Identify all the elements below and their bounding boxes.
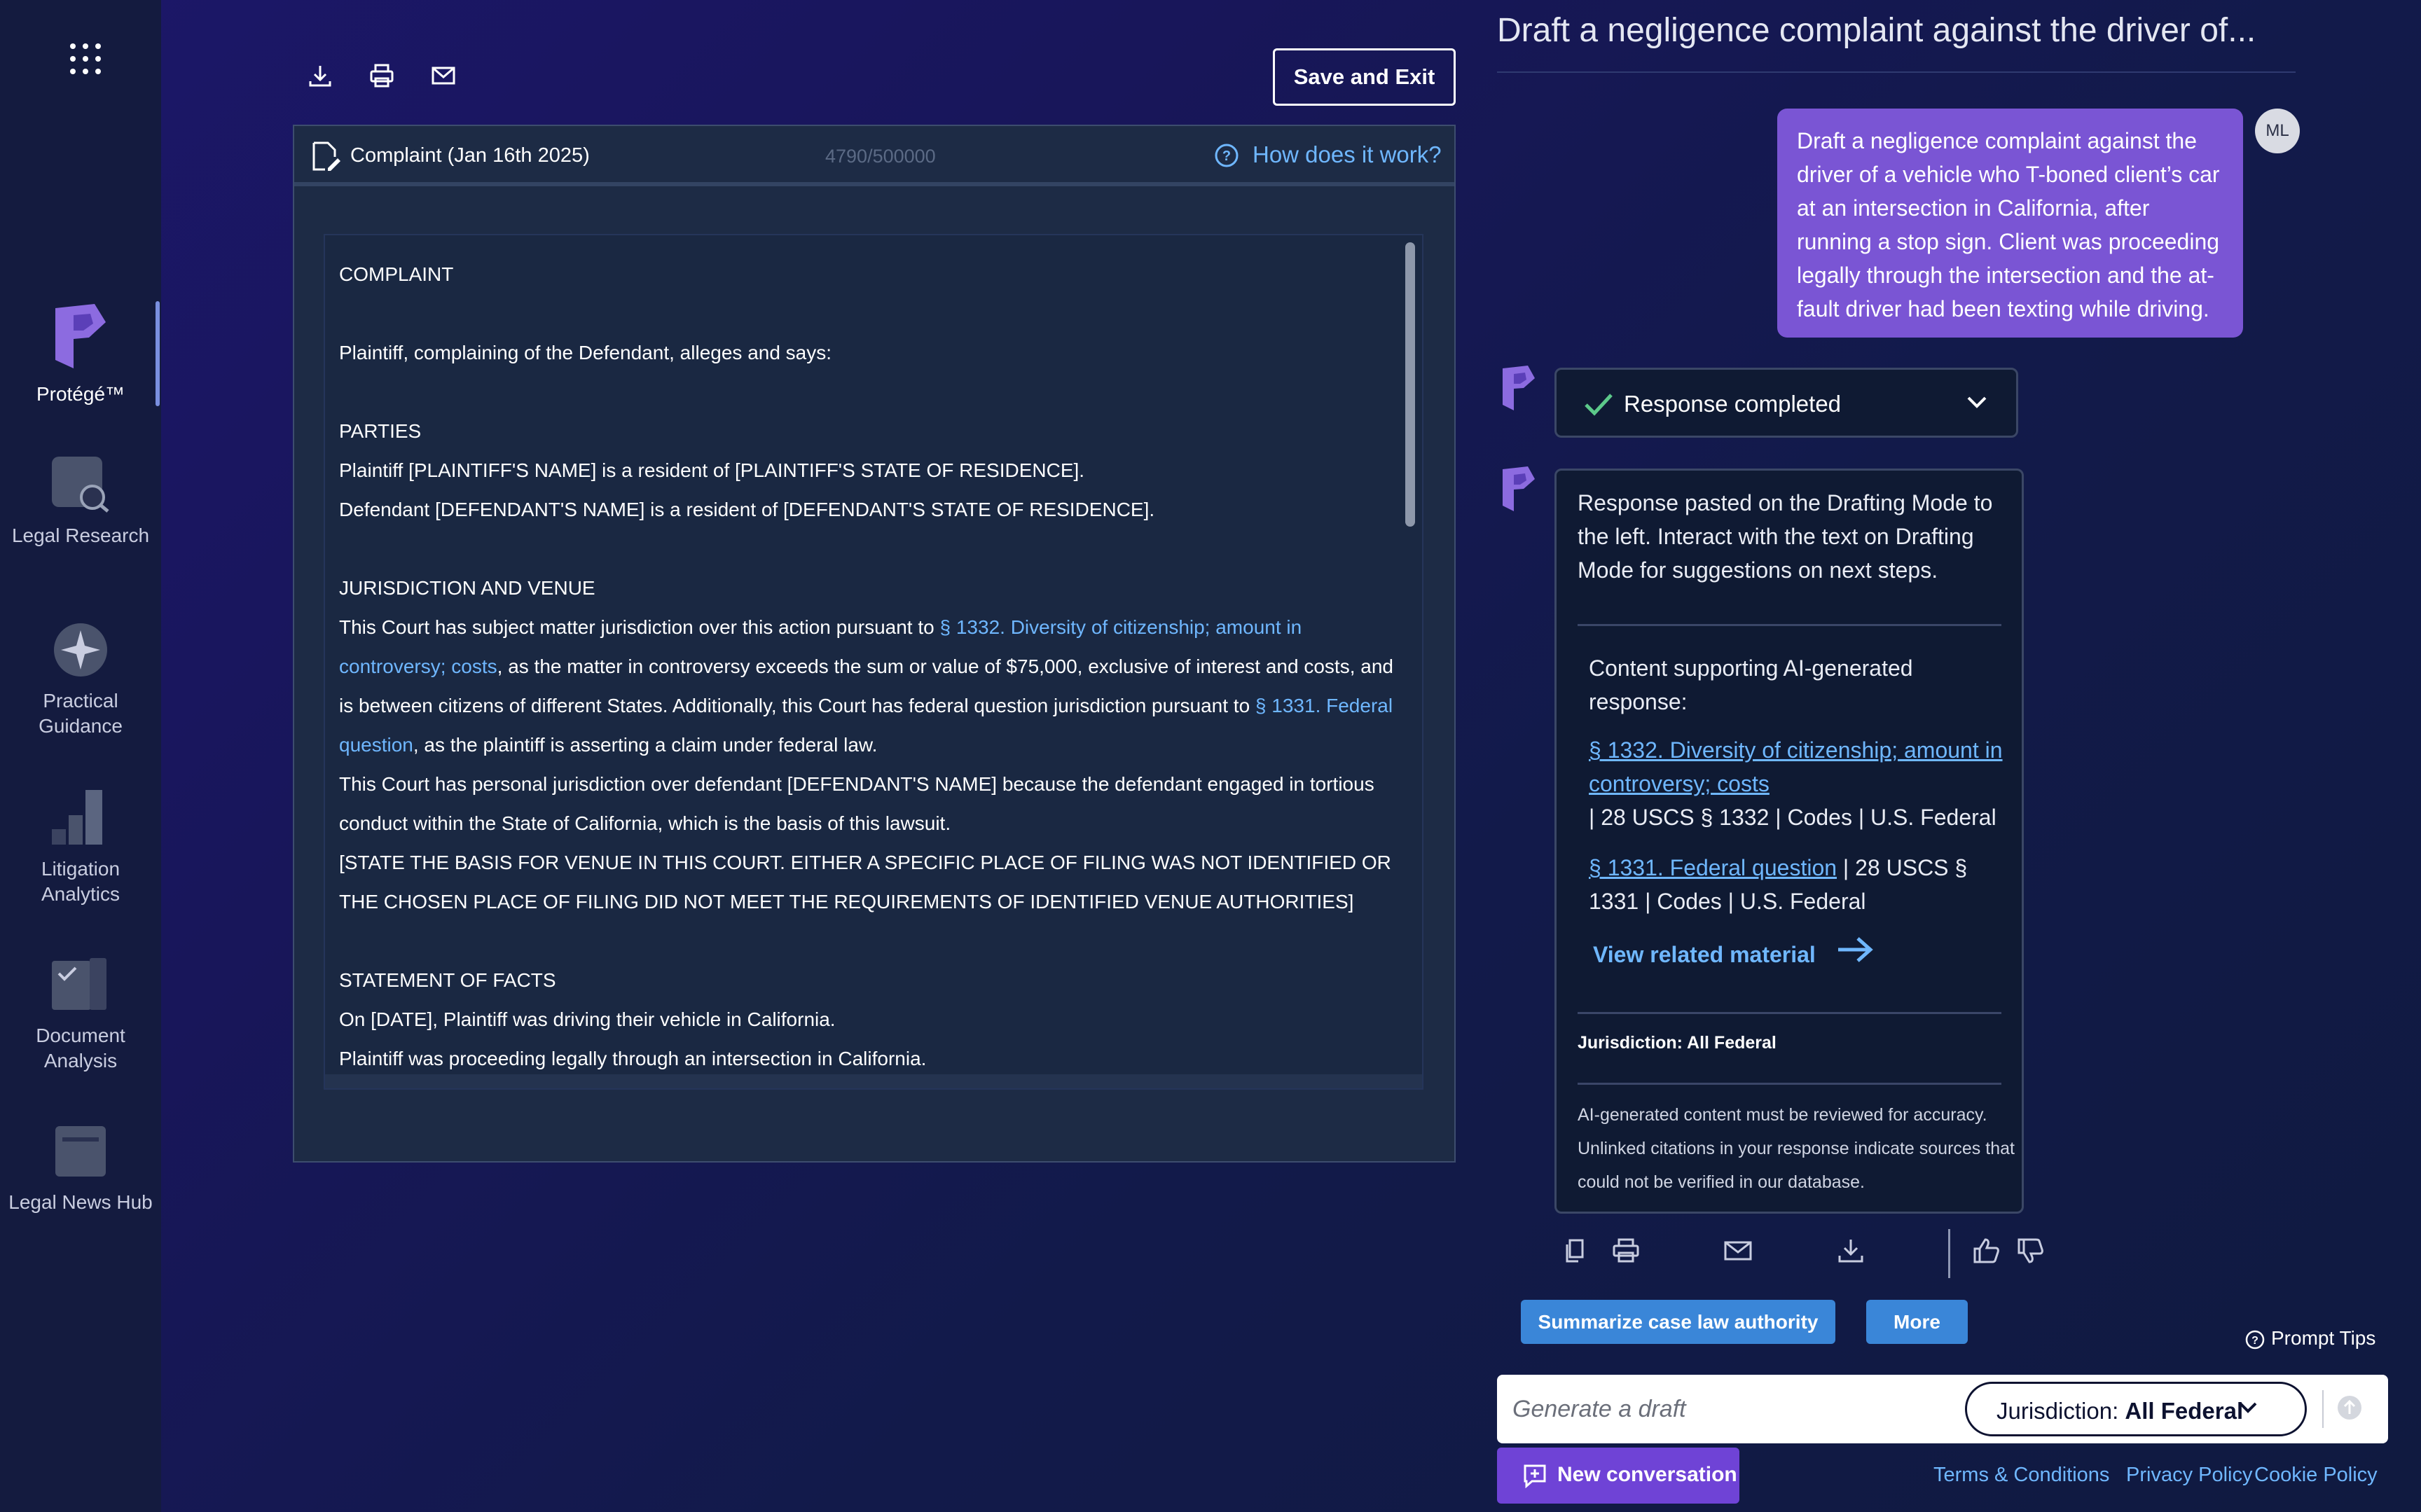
rail-label: Document Analysis (36, 1025, 125, 1071)
protege-logo-icon (1503, 366, 1535, 410)
rail-item-litigation-analytics[interactable]: Litigation Analytics (0, 787, 161, 907)
ai-disclaimer: AI-generated content must be reviewed fo… (1578, 1105, 2015, 1192)
source-link[interactable]: § 1332. Diversity of citizenship; amount… (1589, 737, 2003, 796)
cookie-policy-link[interactable]: Cookie Policy (2254, 1464, 2378, 1487)
jurisdiction-select-label: Jurisdiction: All Federal (1996, 1398, 2244, 1424)
doc-paragraph: Plaintiff [PLAINTIFF'S NAME] is a reside… (339, 459, 1085, 481)
how-does-it-work-link[interactable]: How does it work? (1253, 141, 1442, 168)
doc-heading: PARTIES (339, 420, 422, 442)
document-text[interactable]: COMPLAINT Plaintiff, complaining of the … (339, 255, 1397, 1078)
source-item: § 1331. Federal question | 28 USCS § 133… (1589, 851, 2009, 918)
app-launcher-icon[interactable] (70, 43, 101, 74)
rail-item-legal-research[interactable]: Legal Research (0, 454, 161, 548)
save-and-exit-button[interactable]: Save and Exit (1273, 48, 1456, 106)
prompt-tips-link[interactable]: Prompt Tips (2271, 1327, 2375, 1350)
rail-item-document-analysis[interactable]: Document Analysis (0, 957, 161, 1074)
arrow-right-icon[interactable] (1835, 936, 1875, 964)
source-item: § 1332. Diversity of citizenship; amount… (1589, 733, 2009, 834)
privacy-link[interactable]: Privacy Policy (2126, 1464, 2253, 1487)
chevron-down-icon (1967, 396, 1987, 408)
protege-logo-icon (55, 304, 106, 368)
thumbs-down-icon[interactable] (2016, 1237, 2044, 1264)
divider (1497, 71, 2296, 73)
more-chip[interactable]: More (1866, 1300, 1968, 1344)
composer: Jurisdiction: All Federal (1497, 1375, 2388, 1443)
source-link[interactable]: § 1331. Federal question (1589, 855, 1837, 880)
document-check-icon (52, 958, 106, 1010)
help-circle-icon[interactable]: ? (2244, 1329, 2265, 1350)
character-count: 4790/500000 (825, 146, 936, 167)
download-icon[interactable] (306, 62, 334, 90)
doc-paragraph: Defendant [DEFENDANT'S NAME] is a reside… (339, 499, 1155, 520)
source-meta: | 28 USCS § 1332 | Codes | U.S. Federal (1589, 805, 1996, 830)
doc-paragraph: Plaintiff, complaining of the Defendant,… (339, 342, 832, 363)
thumbs-up-icon[interactable] (1972, 1237, 2000, 1264)
svg-text:?: ? (2251, 1335, 2258, 1347)
doc-paragraph: Plaintiff was proceeding legally through… (339, 1048, 927, 1069)
print-icon[interactable] (1611, 1237, 1641, 1264)
new-chat-icon (1524, 1464, 1546, 1488)
rail-item-legal-news-hub[interactable]: Legal News Hub (0, 1123, 161, 1215)
divider (1948, 1229, 1950, 1278)
doc-paragraph: [STATE THE BASIS FOR VENUE IN THIS COURT… (339, 852, 1391, 913)
view-related-material-link[interactable]: View related material (1593, 942, 1816, 968)
terms-link[interactable]: Terms & Conditions (1933, 1464, 2109, 1487)
divider (1578, 624, 2001, 626)
response-status-dropdown[interactable]: Response completed (1554, 368, 2018, 438)
legal-research-icon (52, 457, 109, 513)
drafting-editor: Complaint (Jan 16th 2025) 4790/500000 ? … (293, 125, 1456, 1163)
horizontal-scrollbar[interactable] (325, 1074, 1422, 1088)
doc-paragraph: This Court has personal jurisdiction ove… (339, 773, 1374, 834)
avatar: ML (2255, 109, 2300, 153)
response-card: Response pasted on the Drafting Mode to … (1554, 469, 2024, 1214)
rail-label: Litigation Analytics (41, 858, 120, 905)
download-icon[interactable] (1837, 1237, 1865, 1264)
send-icon[interactable] (2336, 1394, 2364, 1422)
svg-text:?: ? (1222, 148, 1231, 164)
doc-heading: STATEMENT OF FACTS (339, 969, 556, 991)
doc-paragraph: On [DATE], Plaintiff was driving their v… (339, 1008, 836, 1030)
divider (1578, 1083, 2001, 1085)
compass-icon (54, 623, 107, 677)
document-title: Complaint (Jan 16th 2025) (350, 144, 590, 167)
rail-label: Protégé™ (36, 383, 125, 405)
rail-item-practical-guidance[interactable]: Practical Guidance (0, 622, 161, 739)
document-body[interactable]: COMPLAINT Plaintiff, complaining of the … (324, 234, 1423, 1090)
supporting-content-heading: Content supporting AI-generated response… (1589, 656, 1913, 714)
chevron-down-icon (2239, 1402, 2257, 1413)
user-message: Draft a negligence complaint against the… (1777, 109, 2243, 338)
print-icon[interactable] (368, 62, 396, 90)
help-circle-icon[interactable]: ? (1214, 143, 1239, 168)
email-icon[interactable] (1723, 1237, 1753, 1264)
rail-label: Legal News Hub (8, 1191, 153, 1213)
rail-label: Legal Research (11, 525, 150, 546)
jurisdiction-note: Jurisdiction: All Federal (1578, 1033, 1777, 1053)
copy-icon[interactable] (1564, 1237, 1585, 1264)
doc-heading: COMPLAINT (339, 263, 454, 285)
summarize-case-law-chip[interactable]: Summarize case law authority (1521, 1300, 1835, 1344)
editor-header: Complaint (Jan 16th 2025) 4790/500000 ? … (294, 126, 1454, 186)
newspaper-icon (55, 1126, 106, 1177)
check-icon (1585, 394, 1613, 416)
rail-label: Practical Guidance (39, 690, 123, 737)
doc-paragraph: This Court has subject matter jurisdicti… (339, 616, 1393, 756)
divider (1578, 1012, 2001, 1014)
rail-item-protege[interactable]: Protégé™ (0, 301, 161, 407)
conversation-title: Draft a negligence complaint against the… (1497, 12, 2256, 49)
response-status-text: Response completed (1624, 391, 1842, 417)
protege-logo-icon (1503, 466, 1535, 511)
generate-draft-input[interactable] (1511, 1389, 1931, 1429)
app-rail: Protégé™ Legal Research Practical Guidan… (0, 0, 161, 1512)
divider (2322, 1390, 2324, 1428)
email-icon[interactable] (429, 62, 457, 90)
doc-heading: JURISDICTION AND VENUE (339, 577, 595, 599)
bar-chart-icon (52, 790, 102, 845)
response-message: Response pasted on the Drafting Mode to … (1578, 490, 1993, 583)
document-edit-icon (312, 141, 340, 171)
new-conversation-button[interactable]: New conversation (1497, 1448, 1739, 1504)
vertical-scrollbar[interactable] (1405, 242, 1415, 527)
jurisdiction-select[interactable]: Jurisdiction: All Federal (1965, 1382, 2307, 1436)
